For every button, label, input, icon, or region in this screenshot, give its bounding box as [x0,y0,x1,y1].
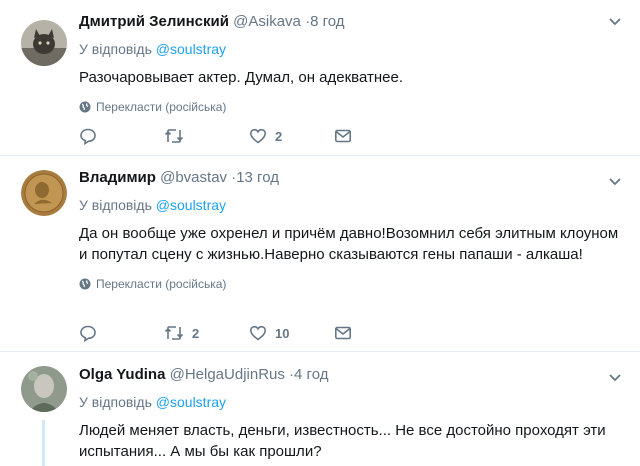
author-handle[interactable]: @bvastav [160,169,227,186]
tweet[interactable]: Дмитрий Зелинский @Asikava ·8 год У відп… [0,0,640,156]
author-name[interactable]: Владимир [79,169,156,186]
translate-link[interactable]: Перекласти (російська) [79,276,620,292]
translate-label: Перекласти (російська) [96,100,227,114]
reply-to-link[interactable]: @soulstray [156,197,226,213]
retweet-icon [164,326,184,340]
reply-context: У відповідь @soulstray [79,40,620,58]
author-handle[interactable]: @Asikava [233,13,301,30]
retweet-icon [164,129,184,143]
retweet-button[interactable] [164,127,249,145]
retweet-button[interactable]: 2 [164,324,249,342]
tweet-text: Людей меняет власть, деньги, известность… [79,422,606,460]
chevron-down-icon[interactable] [608,14,622,28]
reply-prefix: У відповідь [79,41,152,57]
heart-icon [249,325,267,341]
thread-connector [42,420,45,466]
envelope-icon [334,326,351,340]
retweet-count: 2 [192,325,200,341]
author-handle[interactable]: @HelgaUdjinRus [170,366,285,383]
timestamp[interactable]: 8 год [310,13,344,30]
tweet-text: Да он вообще уже охренел и причём давно!… [79,225,619,263]
translate-link[interactable]: Перекласти (російська) [79,99,620,115]
timestamp[interactable]: 4 год [294,366,328,383]
tweet[interactable]: Владимир @bvastav ·13 год У відповідь @s… [0,156,640,352]
globe-icon [79,278,91,290]
tweet-header: Olga Yudina @HelgaUdjinRus ·4 год [79,366,620,384]
direct-message-button[interactable] [334,127,419,145]
tweet-header: Владимир @bvastav ·13 год [79,169,620,187]
tweet-text: Разочаровывает актер. Думал, он адекватн… [79,69,403,86]
avatar[interactable] [21,366,67,412]
reply-prefix: У відповідь [79,394,152,410]
reply-icon [80,325,96,342]
replies-feed: Дмитрий Зелинский @Asikava ·8 год У відп… [0,0,640,466]
author-name[interactable]: Дмитрий Зелинский [79,13,229,30]
envelope-icon [334,129,351,143]
reply-context: У відповідь @soulstray [79,393,620,411]
direct-message-button[interactable] [334,324,419,342]
heart-icon [249,128,267,144]
globe-icon [79,101,91,113]
translate-label: Перекласти (російська) [96,277,227,291]
author-name[interactable]: Olga Yudina [79,366,165,383]
avatar[interactable] [21,20,67,66]
chevron-down-icon[interactable] [608,174,622,188]
like-button[interactable]: 10 [249,324,334,342]
reply-context: У відповідь @soulstray [79,196,620,214]
reply-button[interactable] [79,127,164,145]
tweet-header: Дмитрий Зелинский @Asikava ·8 год [79,13,620,31]
avatar[interactable] [21,170,67,216]
like-count: 10 [275,325,290,341]
chevron-down-icon[interactable] [608,370,622,384]
reply-to-link[interactable]: @soulstray [156,394,226,410]
timestamp[interactable]: 13 год [236,169,279,186]
reply-to-link[interactable]: @soulstray [156,41,226,57]
reply-prefix: У відповідь [79,197,152,213]
like-button[interactable]: 2 [249,127,334,145]
tweet[interactable]: Olga Yudina @HelgaUdjinRus ·4 год У відп… [0,352,640,466]
reply-button[interactable] [79,324,164,342]
reply-icon [80,128,96,145]
like-count: 2 [275,128,283,144]
